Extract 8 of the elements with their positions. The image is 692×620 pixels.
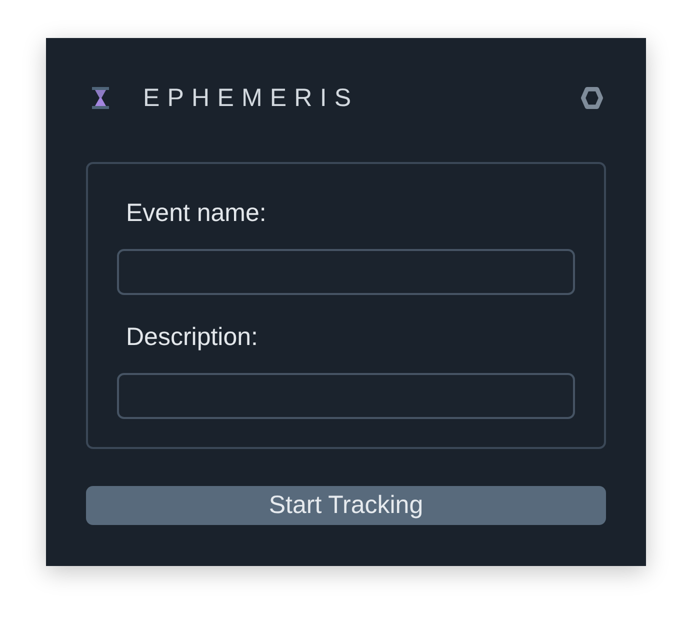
app-title: EPHEMERIS [143,83,359,113]
field-label: Event name: [125,199,268,228]
input-field[interactable] [117,373,575,419]
input-field[interactable] [117,249,575,295]
settings-icon[interactable] [581,87,603,109]
field-label: Description: [125,323,259,352]
start-tracking-button[interactable]: Start Tracking [86,486,606,525]
hourglass-icon [92,87,109,109]
